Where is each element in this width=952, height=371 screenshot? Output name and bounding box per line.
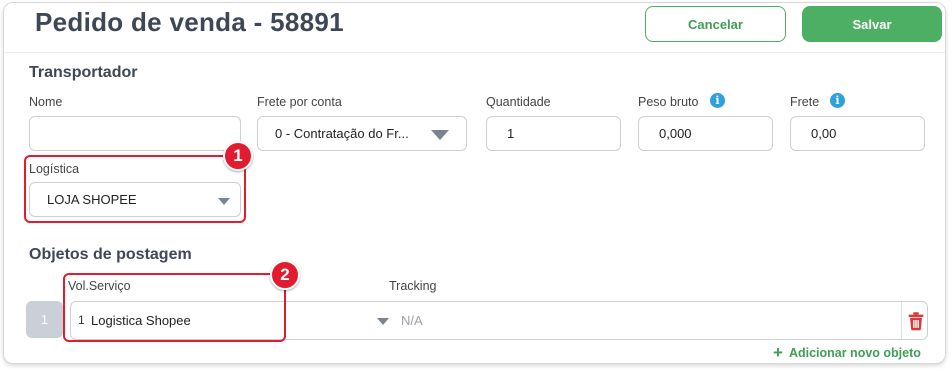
- sales-order-panel: Pedido de venda - 58891 Cancelar Salvar …: [3, 2, 946, 364]
- header-bar: Pedido de venda - 58891 Cancelar Salvar: [4, 3, 945, 53]
- row-divider: [901, 302, 902, 339]
- annotation-badge-2: 2: [270, 260, 300, 290]
- add-object-link[interactable]: + Adicionar novo objeto: [773, 344, 921, 361]
- frete-value: 0,00: [811, 126, 837, 141]
- peso-bruto-label: Peso bruto: [638, 95, 699, 109]
- info-icon[interactable]: i: [830, 93, 845, 108]
- frete-por-conta-select[interactable]: 0 - Contratação do Fr...: [257, 116, 467, 151]
- page-title: Pedido de venda - 58891: [35, 7, 344, 37]
- annotation-badge-1: 1: [223, 141, 253, 171]
- frete-input[interactable]: 0,00: [790, 116, 925, 151]
- row-number: 1: [26, 301, 63, 338]
- frete-por-conta-value: 0 - Contratação do Fr...: [275, 126, 409, 141]
- peso-bruto-value: 0,000: [659, 126, 692, 141]
- save-button[interactable]: Salvar: [802, 6, 942, 42]
- chevron-down-icon: [218, 198, 230, 205]
- section-title-transportador: Transportador: [29, 64, 138, 81]
- frete-label: Frete: [790, 95, 820, 109]
- nome-input[interactable]: [29, 116, 241, 151]
- highlight-box-2: [63, 273, 286, 342]
- nome-label: Nome: [29, 95, 63, 109]
- tracking-input[interactable]: N/A: [401, 313, 423, 328]
- chevron-down-icon: [431, 130, 449, 140]
- add-object-label: Adicionar novo objeto: [788, 345, 921, 360]
- column-header-tracking: Tracking: [389, 279, 437, 293]
- logistica-select[interactable]: LOJA SHOPEE: [29, 182, 241, 217]
- logistica-label: Logística: [29, 162, 80, 176]
- peso-bruto-input[interactable]: 0,000: [638, 116, 773, 151]
- quantidade-input[interactable]: 1: [486, 116, 621, 151]
- trash-icon[interactable]: [905, 310, 927, 332]
- plus-icon: +: [773, 343, 783, 362]
- logistica-value: LOJA SHOPEE: [47, 192, 137, 207]
- section-title-objetos: Objetos de postagem: [29, 246, 192, 263]
- quantidade-value: 1: [507, 126, 515, 141]
- info-icon[interactable]: i: [710, 93, 725, 108]
- frete-por-conta-label: Frete por conta: [257, 95, 342, 109]
- quantidade-label: Quantidade: [486, 95, 551, 109]
- cancel-button[interactable]: Cancelar: [645, 6, 786, 42]
- chevron-down-icon[interactable]: [377, 318, 389, 325]
